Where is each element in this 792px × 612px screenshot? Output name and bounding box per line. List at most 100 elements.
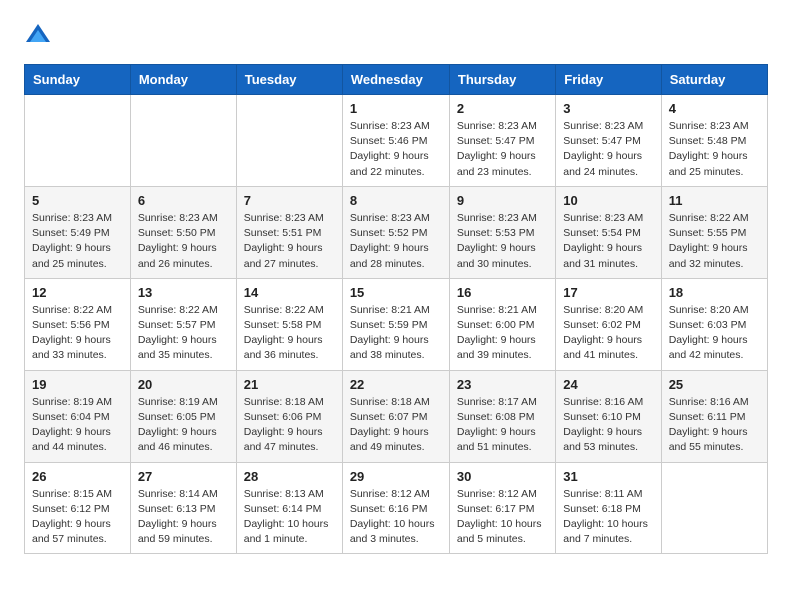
weekday-header: Thursday bbox=[449, 65, 555, 95]
day-number: 31 bbox=[563, 469, 653, 484]
day-number: 9 bbox=[457, 193, 548, 208]
calendar-cell: 30Sunrise: 8:12 AM Sunset: 6:17 PM Dayli… bbox=[449, 462, 555, 554]
calendar-cell: 17 Sunrise: 8:20 AM Sunset: 6:02 PM Dayli… bbox=[556, 278, 661, 370]
calendar-cell: 13 Sunrise: 8:22 AM Sunset: 5:57 PM Dayli… bbox=[130, 278, 236, 370]
day-number: 30 bbox=[457, 469, 548, 484]
day-number: 2 bbox=[457, 101, 548, 116]
calendar-cell: 5Sunrise: 8:23 AM Sunset: 5:49 PM Daylig… bbox=[25, 186, 131, 278]
day-number: 28 bbox=[244, 469, 335, 484]
calendar-cell: 27 Sunrise: 8:14 AM Sunset: 6:13 PM Dayli… bbox=[130, 462, 236, 554]
weekday-header: Tuesday bbox=[236, 65, 342, 95]
day-info: Sunrise: 8:14 AM Sunset: 6:13 PM Dayligh… bbox=[138, 487, 229, 548]
day-info: Sunrise: 8:23 AM Sunset: 5:51 PM Dayligh… bbox=[244, 211, 335, 272]
calendar-week-row: 26Sunrise: 8:15 AM Sunset: 6:12 PM Dayli… bbox=[25, 462, 768, 554]
calendar-cell bbox=[661, 462, 767, 554]
calendar-cell: 2 Sunrise: 8:23 AM Sunset: 5:47 PM Daylig… bbox=[449, 95, 555, 187]
day-number: 12 bbox=[32, 285, 123, 300]
calendar-table: SundayMondayTuesdayWednesdayThursdayFrid… bbox=[24, 64, 768, 554]
day-info: Sunrise: 8:23 AM Sunset: 5:53 PM Dayligh… bbox=[457, 211, 548, 272]
calendar-cell: 4 Sunrise: 8:23 AM Sunset: 5:48 PM Daylig… bbox=[661, 95, 767, 187]
calendar-cell: 6 Sunrise: 8:23 AM Sunset: 5:50 PM Daylig… bbox=[130, 186, 236, 278]
calendar-cell: 14 Sunrise: 8:22 AM Sunset: 5:58 PM Dayli… bbox=[236, 278, 342, 370]
day-info: Sunrise: 8:22 AM Sunset: 5:58 PM Dayligh… bbox=[244, 303, 335, 364]
day-number: 11 bbox=[669, 193, 760, 208]
calendar-cell: 28Sunrise: 8:13 AM Sunset: 6:14 PM Dayli… bbox=[236, 462, 342, 554]
calendar-cell: 29 Sunrise: 8:12 AM Sunset: 6:16 PM Dayli… bbox=[342, 462, 449, 554]
calendar-cell bbox=[25, 95, 131, 187]
day-number: 25 bbox=[669, 377, 760, 392]
day-number: 23 bbox=[457, 377, 548, 392]
calendar-cell: 22 Sunrise: 8:18 AM Sunset: 6:07 PM Dayli… bbox=[342, 370, 449, 462]
day-number: 18 bbox=[669, 285, 760, 300]
weekday-header: Saturday bbox=[661, 65, 767, 95]
day-info: Sunrise: 8:21 AM Sunset: 5:59 PM Dayligh… bbox=[350, 303, 442, 364]
day-number: 16 bbox=[457, 285, 548, 300]
day-number: 15 bbox=[350, 285, 442, 300]
day-number: 3 bbox=[563, 101, 653, 116]
day-info: Sunrise: 8:18 AM Sunset: 6:06 PM Dayligh… bbox=[244, 395, 335, 456]
day-number: 22 bbox=[350, 377, 442, 392]
day-info: Sunrise: 8:20 AM Sunset: 6:03 PM Dayligh… bbox=[669, 303, 760, 364]
calendar-cell: 23Sunrise: 8:17 AM Sunset: 6:08 PM Dayli… bbox=[449, 370, 555, 462]
day-info: Sunrise: 8:23 AM Sunset: 5:47 PM Dayligh… bbox=[563, 119, 653, 180]
day-info: Sunrise: 8:21 AM Sunset: 6:00 PM Dayligh… bbox=[457, 303, 548, 364]
calendar-cell: 11 Sunrise: 8:22 AM Sunset: 5:55 PM Dayli… bbox=[661, 186, 767, 278]
day-number: 5 bbox=[32, 193, 123, 208]
day-info: Sunrise: 8:18 AM Sunset: 6:07 PM Dayligh… bbox=[350, 395, 442, 456]
logo bbox=[24, 20, 58, 48]
calendar-cell: 26Sunrise: 8:15 AM Sunset: 6:12 PM Dayli… bbox=[25, 462, 131, 554]
day-number: 7 bbox=[244, 193, 335, 208]
day-info: Sunrise: 8:16 AM Sunset: 6:10 PM Dayligh… bbox=[563, 395, 653, 456]
day-number: 13 bbox=[138, 285, 229, 300]
day-number: 29 bbox=[350, 469, 442, 484]
weekday-header: Monday bbox=[130, 65, 236, 95]
day-info: Sunrise: 8:23 AM Sunset: 5:46 PM Dayligh… bbox=[350, 119, 442, 180]
weekday-header: Sunday bbox=[25, 65, 131, 95]
day-info: Sunrise: 8:16 AM Sunset: 6:11 PM Dayligh… bbox=[669, 395, 760, 456]
day-info: Sunrise: 8:22 AM Sunset: 5:56 PM Dayligh… bbox=[32, 303, 123, 364]
day-number: 4 bbox=[669, 101, 760, 116]
day-info: Sunrise: 8:23 AM Sunset: 5:54 PM Dayligh… bbox=[563, 211, 653, 272]
day-number: 21 bbox=[244, 377, 335, 392]
calendar-cell: 25 Sunrise: 8:16 AM Sunset: 6:11 PM Dayli… bbox=[661, 370, 767, 462]
day-info: Sunrise: 8:12 AM Sunset: 6:16 PM Dayligh… bbox=[350, 487, 442, 548]
calendar-cell: 18 Sunrise: 8:20 AM Sunset: 6:03 PM Dayli… bbox=[661, 278, 767, 370]
calendar-cell: 21 Sunrise: 8:18 AM Sunset: 6:06 PM Dayli… bbox=[236, 370, 342, 462]
calendar-cell: 16 Sunrise: 8:21 AM Sunset: 6:00 PM Dayli… bbox=[449, 278, 555, 370]
day-number: 27 bbox=[138, 469, 229, 484]
weekday-header: Friday bbox=[556, 65, 661, 95]
day-number: 24 bbox=[563, 377, 653, 392]
calendar-cell: 8Sunrise: 8:23 AM Sunset: 5:52 PM Daylig… bbox=[342, 186, 449, 278]
page-header bbox=[24, 20, 768, 48]
calendar-cell: 15 Sunrise: 8:21 AM Sunset: 5:59 PM Dayli… bbox=[342, 278, 449, 370]
calendar-week-row: 1Sunrise: 8:23 AM Sunset: 5:46 PM Daylig… bbox=[25, 95, 768, 187]
calendar-cell: 31Sunrise: 8:11 AM Sunset: 6:18 PM Dayli… bbox=[556, 462, 661, 554]
day-number: 6 bbox=[138, 193, 229, 208]
day-info: Sunrise: 8:23 AM Sunset: 5:48 PM Dayligh… bbox=[669, 119, 760, 180]
day-number: 14 bbox=[244, 285, 335, 300]
day-number: 8 bbox=[350, 193, 442, 208]
calendar-cell: 10 Sunrise: 8:23 AM Sunset: 5:54 PM Dayli… bbox=[556, 186, 661, 278]
day-number: 19 bbox=[32, 377, 123, 392]
day-number: 17 bbox=[563, 285, 653, 300]
calendar-week-row: 5Sunrise: 8:23 AM Sunset: 5:49 PM Daylig… bbox=[25, 186, 768, 278]
day-info: Sunrise: 8:20 AM Sunset: 6:02 PM Dayligh… bbox=[563, 303, 653, 364]
day-info: Sunrise: 8:22 AM Sunset: 5:55 PM Dayligh… bbox=[669, 211, 760, 272]
calendar-cell: 1Sunrise: 8:23 AM Sunset: 5:46 PM Daylig… bbox=[342, 95, 449, 187]
day-number: 20 bbox=[138, 377, 229, 392]
calendar-cell: 3 Sunrise: 8:23 AM Sunset: 5:47 PM Daylig… bbox=[556, 95, 661, 187]
logo-icon bbox=[24, 20, 52, 48]
weekday-header: Wednesday bbox=[342, 65, 449, 95]
calendar-cell: 24 Sunrise: 8:16 AM Sunset: 6:10 PM Dayli… bbox=[556, 370, 661, 462]
day-number: 10 bbox=[563, 193, 653, 208]
page-container: SundayMondayTuesdayWednesdayThursdayFrid… bbox=[0, 0, 792, 574]
day-info: Sunrise: 8:23 AM Sunset: 5:50 PM Dayligh… bbox=[138, 211, 229, 272]
calendar-cell bbox=[130, 95, 236, 187]
day-info: Sunrise: 8:22 AM Sunset: 5:57 PM Dayligh… bbox=[138, 303, 229, 364]
day-info: Sunrise: 8:19 AM Sunset: 6:04 PM Dayligh… bbox=[32, 395, 123, 456]
calendar-cell: 20Sunrise: 8:19 AM Sunset: 6:05 PM Dayli… bbox=[130, 370, 236, 462]
weekday-header-row: SundayMondayTuesdayWednesdayThursdayFrid… bbox=[25, 65, 768, 95]
day-info: Sunrise: 8:23 AM Sunset: 5:47 PM Dayligh… bbox=[457, 119, 548, 180]
calendar-week-row: 19 Sunrise: 8:19 AM Sunset: 6:04 PM Dayli… bbox=[25, 370, 768, 462]
calendar-cell: 9 Sunrise: 8:23 AM Sunset: 5:53 PM Daylig… bbox=[449, 186, 555, 278]
